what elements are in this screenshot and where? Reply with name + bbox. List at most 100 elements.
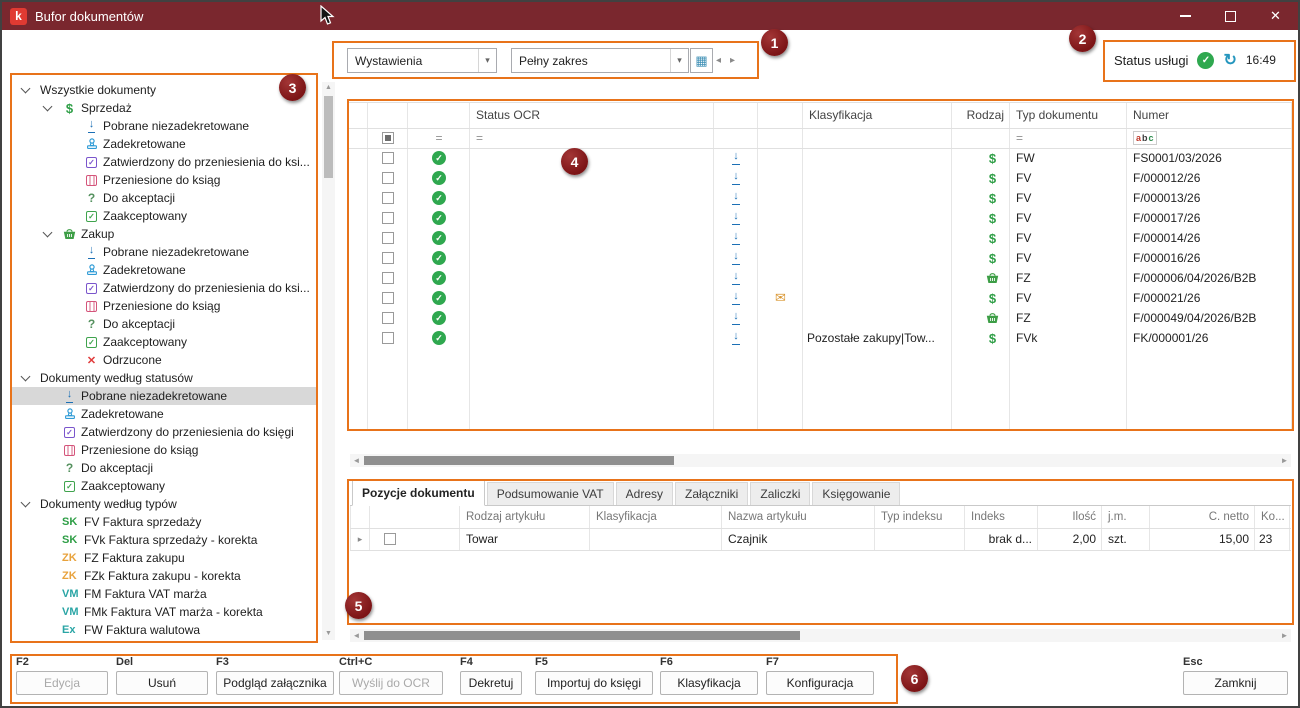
tree-item-zadekretowane[interactable]: Zadekretowane [12,261,318,279]
row-checkbox[interactable] [382,212,394,224]
pos-header-indeks[interactable]: Indeks [965,506,1038,528]
tree-item-pobrane-niezadekretowane[interactable]: ↓Pobrane niezadekretowane [12,243,318,261]
pos-nazwa-artykulu-cell[interactable]: Czajnik [722,528,875,550]
numer-cell[interactable]: F/000006/04/2026/B2B [1127,268,1292,288]
tree-item-zakup[interactable]: Zakup [12,225,318,243]
typ-dokumentu-cell[interactable]: FW [1010,148,1127,168]
typ-dokumentu-cell[interactable]: FZ [1010,308,1127,328]
tree-item-pobrane-niezadekretowane[interactable]: ↓Pobrane niezadekretowane [12,387,318,405]
filter-abc-icon[interactable]: abc [1133,131,1157,145]
tree-item-fmk-faktura-vat-marza-korekta[interactable]: VMFMk Faktura VAT marża - korekta [12,603,318,621]
next-range-icon[interactable]: ▸ [730,55,735,66]
podglad-zalacznika-button[interactable]: Podgląd załącznika [216,671,334,695]
chevron-down-icon[interactable]: ▾ [478,49,496,72]
row-checkbox[interactable] [382,252,394,264]
scroll-right-icon[interactable]: ► [1278,454,1291,467]
pos-rodzaj-artykulu-cell[interactable]: Towar [460,528,590,550]
tree-item-przeniesione-do-ksiag[interactable]: Przeniesione do ksiąg [12,441,318,459]
scroll-up-icon[interactable]: ▲ [322,82,335,94]
typ-dokumentu-cell[interactable]: FV [1010,208,1127,228]
row-checkbox[interactable] [382,312,394,324]
filter-abc-cell[interactable]: abc [1127,128,1292,148]
row-checkbox-cell[interactable] [368,228,408,248]
expander-icon[interactable] [43,228,53,238]
numer-cell[interactable]: F/000021/26 [1127,288,1292,308]
tree-item-przeniesione-do-ksiag[interactable]: Przeniesione do ksiąg [12,171,318,189]
tree-item-zaakceptowany[interactable]: ✓Zaakceptowany [12,333,318,351]
row-checkbox[interactable] [382,172,394,184]
row-checkbox-cell[interactable] [368,148,408,168]
tree-scrollbar[interactable]: ▲ ▼ [322,82,335,640]
row-checkbox-cell[interactable] [368,208,408,228]
dekretuj-button[interactable]: Dekretuj [460,671,522,695]
title-bar[interactable]: k Bufor dokumentów ✕ [2,2,1298,30]
row-checkbox-cell[interactable] [368,288,408,308]
tree-item-do-akceptacji[interactable]: ?Do akceptacji [12,315,318,333]
row-checkbox-cell[interactable] [368,268,408,288]
numer-cell[interactable]: F/000016/26 [1127,248,1292,268]
tree-item-zaakceptowany[interactable]: ✓Zaakceptowany [12,207,318,225]
expander-icon[interactable] [21,372,31,382]
tree-item-dokumenty-wedlug-typow[interactable]: Dokumenty według typów [12,495,318,513]
column-header-typ-dokumentu[interactable]: Typ dokumentu [1010,102,1127,128]
typ-dokumentu-cell[interactable]: FV [1010,228,1127,248]
typ-dokumentu-cell[interactable]: FVk [1010,328,1127,348]
tree-item-fw-faktura-walutowa[interactable]: ExFW Faktura walutowa [12,621,318,639]
minimize-button[interactable] [1163,2,1208,30]
panel-hscrollbar[interactable]: ◄ ► [350,629,1291,642]
chevron-down-icon[interactable]: ▾ [670,49,688,72]
expander-icon[interactable] [21,84,31,94]
typ-dokumentu-cell[interactable]: FV [1010,188,1127,208]
pos-header-ilosc[interactable]: Ilość [1038,506,1102,528]
row-checkbox-cell[interactable] [368,328,408,348]
pos-header-typ-indeksu[interactable]: Typ indeksu [875,506,965,528]
row-checkbox[interactable] [384,533,396,545]
numer-cell[interactable]: F/000049/04/2026/B2B [1127,308,1292,328]
pos-header-c-netto[interactable]: C. netto [1150,506,1255,528]
filter-equals[interactable]: = [1010,128,1127,148]
tree-item-fm-faktura-vat-marza[interactable]: VMFM Faktura VAT marża [12,585,318,603]
grid-hscrollbar[interactable]: ◄ ► [350,454,1291,467]
tree-item-zaakceptowany[interactable]: ✓Zaakceptowany [12,477,318,495]
scrollbar-thumb[interactable] [364,631,800,640]
pos-indeks-cell[interactable]: brak d... [965,528,1038,550]
filter-equals[interactable]: = [470,128,714,148]
maximize-button[interactable] [1208,2,1253,30]
row-checkbox-cell[interactable] [368,188,408,208]
tree-item-fzk-faktura-zakupu-korekta[interactable]: ZKFZk Faktura zakupu - korekta [12,567,318,585]
tree-item-odrzucone[interactable]: ✕Odrzucone [12,351,318,369]
pos-header-nazwa-artykulu[interactable]: Nazwa artykułu [722,506,875,528]
tree-item-zadekretowane[interactable]: Zadekretowane [12,135,318,153]
row-checkbox-cell[interactable] [368,248,408,268]
tree-item-do-akceptacji[interactable]: ?Do akceptacji [12,459,318,477]
select-all-checkbox[interactable] [382,132,394,144]
tree-item-wszystkie-dokumenty[interactable]: Wszystkie dokumenty [12,81,318,99]
view-combobox[interactable]: Wystawienia ▾ [347,48,497,73]
numer-cell[interactable]: FK/000001/26 [1127,328,1292,348]
tree-item-zadekretowane[interactable]: Zadekretowane [12,405,318,423]
row-expander-cell[interactable]: ▸ [350,528,370,550]
row-checkbox[interactable] [382,192,394,204]
row-checkbox[interactable] [382,232,394,244]
edycja-button[interactable]: Edycja [16,671,108,695]
numer-cell[interactable]: FS0001/03/2026 [1127,148,1292,168]
scrollbar-thumb[interactable] [324,96,333,178]
tree-item-fz-faktura-zakupu[interactable]: ZKFZ Faktura zakupu [12,549,318,567]
typ-dokumentu-cell[interactable]: FZ [1010,268,1127,288]
column-header-status-ocr[interactable]: Status OCR [470,102,714,128]
pos-header-ko[interactable]: Ko... [1255,506,1290,528]
tree-item-zatwierdzony-do-przeniesienia-do-ksi[interactable]: ✓Zatwierdzony do przeniesienia do ksi... [12,153,318,171]
tree-item-do-akceptacji[interactable]: ?Do akceptacji [12,189,318,207]
typ-dokumentu-cell[interactable]: FV [1010,248,1127,268]
select-all-cell[interactable] [368,128,408,148]
tree-item-fv-faktura-sprzedazy[interactable]: SKFV Faktura sprzedaży [12,513,318,531]
importuj-do-ksiegi-button[interactable]: Importuj do księgi [535,671,653,695]
pos-header-rodzaj-artykulu[interactable]: Rodzaj artykułu [460,506,590,528]
range-combobox[interactable]: Pełny zakres ▾ [511,48,689,73]
column-header-rodzaj[interactable]: Rodzaj [952,102,1010,128]
numer-cell[interactable]: F/000013/26 [1127,188,1292,208]
row-checkbox[interactable] [382,272,394,284]
filter-equals[interactable]: = [408,128,470,148]
pos-jm-cell[interactable]: szt. [1102,528,1150,550]
expander-icon[interactable] [43,102,53,112]
